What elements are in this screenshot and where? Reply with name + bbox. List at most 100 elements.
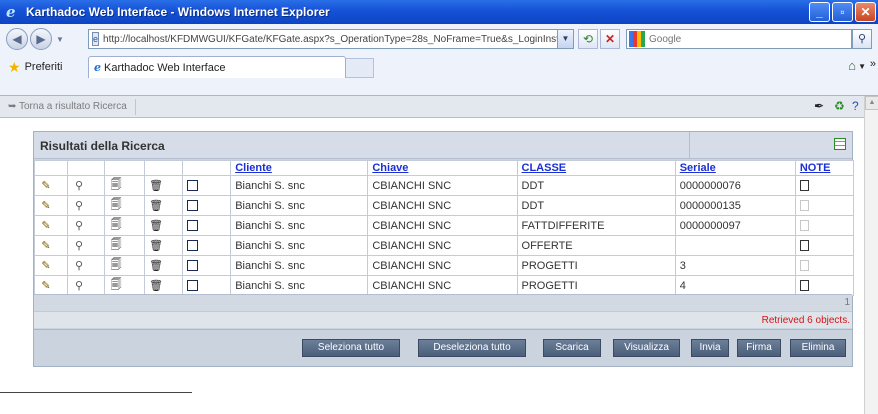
forward-button[interactable]: ▶ — [30, 28, 52, 50]
search-detail-icon[interactable]: ⚲ — [72, 239, 86, 252]
document-icon[interactable]: 🗐 — [109, 256, 123, 275]
edit-icon[interactable]: ✎ — [39, 219, 53, 232]
edit-icon[interactable]: ✎ — [39, 259, 53, 272]
table-row: ✎ ⚲ 🗐 🗑 Bianchi S. snc CBIANCHI SNC DDT 0000000… — [33, 175, 855, 196]
delete-button[interactable]: Elimina — [790, 339, 846, 357]
download-button[interactable]: Scarica — [543, 339, 601, 357]
edit-icon[interactable]: ✎ — [39, 279, 53, 292]
note-icon[interactable] — [799, 240, 809, 252]
empty-note-icon[interactable] — [799, 260, 809, 272]
seriale-cell: 4 — [674, 275, 796, 296]
col-classe-header[interactable]: CLASSE — [516, 160, 676, 176]
vertical-scrollbar[interactable]: ▲ — [864, 96, 878, 414]
empty-note-icon[interactable] — [799, 200, 809, 212]
home-icon[interactable]: ⌂ — [848, 58, 856, 73]
back-to-results-link[interactable]: ➥ Torna a risultato Ricerca — [8, 101, 127, 112]
cliente-cell: Bianchi S. snc — [230, 255, 369, 276]
scroll-up-arrow-icon[interactable]: ▲ — [865, 96, 878, 110]
search-detail-icon[interactable]: ⚲ — [72, 279, 86, 292]
window-controls: _ ▫ ✕ — [809, 2, 876, 22]
document-icon[interactable]: 🗐 — [109, 196, 123, 215]
row-checkbox[interactable] — [187, 240, 199, 252]
row-checkbox[interactable] — [187, 180, 199, 192]
sort-cliente-link[interactable]: Cliente — [235, 162, 272, 174]
search-detail-cell: ⚲ — [67, 195, 106, 216]
edit-icon[interactable]: ✎ — [39, 199, 53, 212]
row-checkbox[interactable] — [187, 280, 199, 292]
favorites-star-icon[interactable]: ★ — [8, 59, 21, 76]
sort-chiave-link[interactable]: Chiave — [372, 162, 408, 174]
trash-icon[interactable]: 🗑 — [149, 259, 163, 272]
address-bar[interactable]: e http://localhost/KFDMWGUI/KFGate/KFGat… — [88, 29, 574, 49]
sort-classe-link[interactable]: CLASSE — [522, 162, 567, 174]
document-icon[interactable]: 🗐 — [109, 216, 123, 235]
table-row: ✎ ⚲ 🗐 🗑 Bianchi S. snc CBIANCHI SNC PROGETTI 4 — [33, 275, 855, 296]
search-input[interactable] — [649, 33, 829, 45]
search-detail-icon[interactable]: ⚲ — [72, 179, 86, 192]
col-chiave-header[interactable]: Chiave — [367, 160, 518, 176]
favorites-label[interactable]: Preferiti — [25, 61, 63, 73]
back-button[interactable]: ◀ — [6, 28, 28, 50]
history-dropdown-icon[interactable]: ▼ — [56, 35, 64, 44]
row-checkbox[interactable] — [187, 200, 199, 212]
search-detail-icon[interactable]: ⚲ — [72, 199, 86, 212]
new-tab-button[interactable] — [346, 58, 374, 78]
edit-cell: ✎ — [33, 195, 69, 216]
home-dropdown-icon[interactable]: ▼ — [858, 62, 866, 71]
document-icon[interactable]: 🗐 — [109, 176, 123, 195]
page-number[interactable]: 1 — [844, 297, 850, 308]
sort-note-link[interactable]: NOTE — [800, 162, 831, 174]
deselect-all-button[interactable]: Deseleziona tutto — [418, 339, 526, 357]
send-button[interactable]: Invia — [691, 339, 729, 357]
pen-icon[interactable]: ✒ — [814, 99, 824, 113]
row-checkbox[interactable] — [187, 260, 199, 272]
search-button[interactable]: ⚲ — [852, 29, 872, 49]
note-cell — [794, 275, 855, 296]
more-tools-chevron-icon[interactable]: » — [870, 58, 876, 70]
trash-icon[interactable]: 🗑 — [149, 199, 163, 212]
trash-icon[interactable]: 🗑 — [149, 239, 163, 252]
results-panel-header: Risultati della Ricerca — [34, 132, 852, 159]
action-bar: Seleziona tutto Deseleziona tutto Scaric… — [34, 329, 852, 366]
trash-cell: 🗑 — [144, 235, 184, 256]
ie-logo-icon: e — [6, 3, 16, 21]
note-icon[interactable] — [799, 280, 809, 292]
note-icon[interactable] — [799, 180, 809, 192]
col-cliente-header[interactable]: Cliente — [230, 160, 369, 176]
select-all-button[interactable]: Seleziona tutto — [302, 339, 400, 357]
sign-button[interactable]: Firma — [737, 339, 781, 357]
document-icon[interactable]: 🗐 — [109, 236, 123, 255]
trash-icon[interactable]: 🗑 — [149, 279, 163, 292]
classe-cell: DDT — [516, 195, 676, 216]
export-excel-icon[interactable] — [834, 138, 846, 150]
search-detail-icon[interactable]: ⚲ — [72, 219, 86, 232]
select-cell — [182, 255, 232, 276]
trash-icon[interactable]: 🗑 — [149, 219, 163, 232]
empty-note-icon[interactable] — [799, 220, 809, 232]
cliente-cell: Bianchi S. snc — [230, 235, 369, 256]
row-checkbox[interactable] — [187, 220, 199, 232]
document-icon[interactable]: 🗐 — [109, 276, 123, 295]
trash-icon[interactable]: 🗑 — [149, 179, 163, 192]
retrieved-status: Retrieved 6 objects. — [761, 315, 850, 326]
help-icon[interactable]: ? — [852, 99, 859, 113]
browser-tab[interactable]: e Karthadoc Web Interface — [88, 56, 346, 78]
trash-cell: 🗑 — [144, 195, 184, 216]
view-button[interactable]: Visualizza — [613, 339, 680, 357]
classe-cell: PROGETTI — [516, 255, 676, 276]
search-box[interactable] — [626, 29, 852, 49]
minimize-button[interactable]: _ — [809, 2, 830, 22]
col-note-header[interactable]: NOTE — [794, 160, 855, 176]
refresh-button[interactable]: ⟲ — [578, 29, 598, 49]
edit-icon[interactable]: ✎ — [39, 239, 53, 252]
stop-button[interactable]: ✕ — [600, 29, 620, 49]
close-button[interactable]: ✕ — [855, 2, 876, 22]
refresh-app-icon[interactable]: ♻ — [834, 99, 845, 113]
address-dropdown-icon[interactable]: ▼ — [557, 30, 573, 48]
maximize-button[interactable]: ▫ — [832, 2, 853, 22]
address-url[interactable]: http://localhost/KFDMWGUI/KFGate/KFGate.… — [103, 34, 573, 45]
search-detail-icon[interactable]: ⚲ — [72, 259, 86, 272]
sort-seriale-link[interactable]: Seriale — [680, 162, 716, 174]
edit-icon[interactable]: ✎ — [39, 179, 53, 192]
col-seriale-header[interactable]: Seriale — [674, 160, 796, 176]
